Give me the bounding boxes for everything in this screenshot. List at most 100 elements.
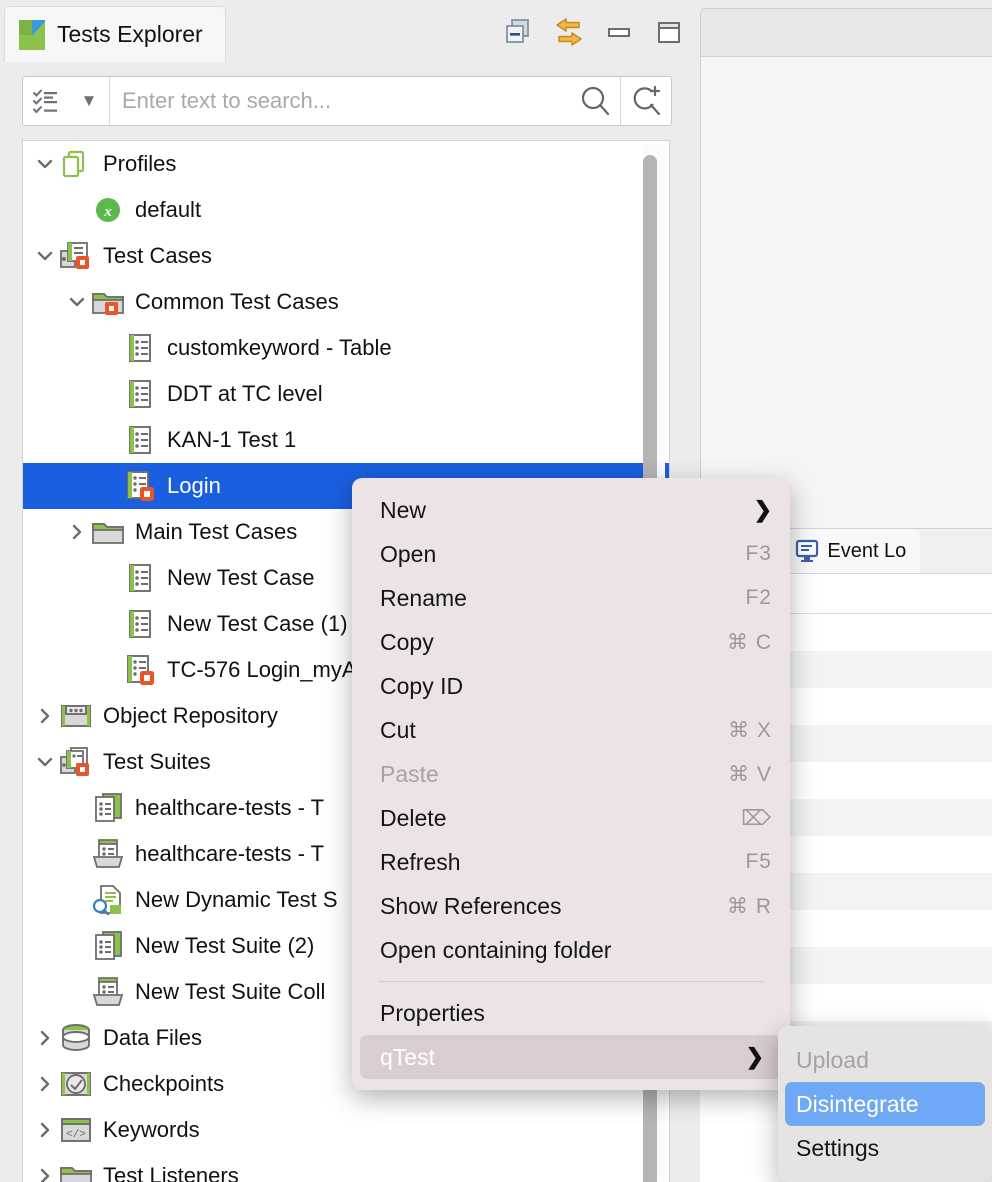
tree-row-label: KAN-1 Test 1 — [167, 427, 296, 453]
submenu-item-label: Upload — [796, 1047, 869, 1074]
tree-row[interactable]: Profiles — [23, 141, 669, 187]
menu-item-refresh[interactable]: RefreshF5 — [352, 840, 790, 884]
menu-item-label: Properties — [380, 1000, 485, 1027]
test-suite-collection-icon — [91, 975, 125, 1009]
tree-row-label: New Test Case (1) — [167, 611, 348, 637]
context-menu[interactable]: New❯ Open F3 RenameF2Copy⌘ C Copy ID Cut⌘ X Pa… — [352, 478, 790, 1090]
test-case-icon — [123, 423, 157, 457]
explorer-tabstrip: Tests Explorer — [0, 0, 694, 62]
menu-item-open[interactable]: Open F3 — [352, 532, 790, 576]
context-submenu-qtest[interactable]: Upload Disintegrate Settings — [778, 1026, 992, 1182]
tree-twisty-right[interactable] — [31, 1015, 59, 1061]
tab-tests-explorer[interactable]: Tests Explorer — [4, 6, 226, 62]
tree-twisty-none — [63, 785, 91, 831]
menu-item-copy-id[interactable]: Copy ID — [352, 664, 790, 708]
tree-row-label: New Test Suite (2) — [135, 933, 314, 959]
tree-twisty-down[interactable] — [31, 233, 59, 279]
search-input[interactable] — [110, 78, 570, 124]
search-add-icon[interactable] — [621, 77, 671, 125]
search-toolbar: ▼ — [0, 62, 694, 126]
profile-default-icon: x — [91, 193, 125, 227]
menu-item-copy[interactable]: Copy⌘ C — [352, 620, 790, 664]
test-suite-icon — [91, 791, 125, 825]
tree-row-label: Data Files — [103, 1025, 202, 1051]
tree-row-label: Checkpoints — [103, 1071, 224, 1097]
folder-green-icon — [91, 515, 125, 549]
tree-twisty-right[interactable] — [31, 693, 59, 739]
tree-twisty-none — [63, 831, 91, 877]
collapse-all-icon[interactable] — [502, 15, 536, 49]
tab-event-log[interactable]: Event Lo — [781, 529, 920, 573]
tree-row-label: Test Suites — [103, 749, 211, 775]
menu-item-open-containing-folder[interactable]: Open containing folder — [352, 928, 790, 972]
minimize-icon[interactable] — [602, 15, 636, 49]
link-with-editor-icon[interactable] — [552, 15, 586, 49]
test-case-icon — [123, 561, 157, 595]
menu-item-show-references[interactable]: Show References⌘ R — [352, 884, 790, 928]
submenu-item-settings[interactable]: Settings — [778, 1126, 992, 1170]
menu-item-rename[interactable]: RenameF2 — [352, 576, 790, 620]
tree-row[interactable]: Test Listeners — [23, 1153, 669, 1182]
tree-row-label: DDT at TC level — [167, 381, 323, 407]
search-icon[interactable] — [570, 77, 620, 125]
tree-row[interactable]: Test Cases — [23, 233, 669, 279]
tree-row[interactable]: </> Keywords — [23, 1107, 669, 1153]
menu-item-shortcut: F3 — [745, 542, 772, 566]
maximize-icon[interactable] — [652, 15, 686, 49]
svg-text:x: x — [103, 204, 112, 220]
tree-row[interactable]: xdefault — [23, 187, 669, 233]
test-case-icon — [123, 331, 157, 365]
tree-row[interactable]: customkeyword - Table — [23, 325, 669, 371]
tree-twisty-right[interactable] — [31, 1061, 59, 1107]
test-suite-icon — [91, 929, 125, 963]
menu-item-label: Paste — [380, 761, 439, 788]
dynamic-test-suite-icon — [91, 883, 125, 917]
menu-item-properties[interactable]: Properties — [352, 991, 790, 1035]
tree-twisty-down[interactable] — [31, 739, 59, 785]
tree-row-label: Keywords — [103, 1117, 200, 1143]
test-case-icon — [123, 377, 157, 411]
menu-item-label: Copy ID — [380, 673, 463, 700]
test-suites-icon — [59, 745, 93, 779]
menu-item-label: Rename — [380, 585, 467, 612]
tree-twisty-none — [95, 463, 123, 509]
tree-row[interactable]: DDT at TC level — [23, 371, 669, 417]
menu-item-shortcut: ⌘ V — [728, 762, 772, 787]
tree-row-label: Object Repository — [103, 703, 278, 729]
tree-row[interactable]: KAN-1 Test 1 — [23, 417, 669, 463]
menu-separator — [378, 981, 764, 982]
explorer-toolbar — [502, 10, 686, 54]
tree-row-label: TC-576 Login_myAc — [167, 657, 368, 683]
menu-item-cut[interactable]: Cut⌘ X — [352, 708, 790, 752]
tree-row-label: New Test Case — [167, 565, 315, 591]
menu-item-new[interactable]: New❯ — [352, 488, 790, 532]
menu-item-label: Open — [380, 541, 436, 568]
menu-item-label: qTest — [380, 1044, 435, 1071]
tree-row-label: Test Cases — [103, 243, 212, 269]
menu-item-shortcut: ⌦ — [741, 806, 772, 831]
menu-item-label: Delete — [380, 805, 446, 832]
submenu-item-disintegrate[interactable]: Disintegrate — [785, 1082, 985, 1126]
menu-item-delete[interactable]: Delete ⌦ — [352, 796, 790, 840]
tree-twisty-right[interactable] — [31, 1153, 59, 1182]
tree-twisty-down[interactable] — [31, 141, 59, 187]
data-files-icon — [59, 1021, 93, 1055]
tree-twisty-none — [63, 877, 91, 923]
menu-item-qtest[interactable]: qTest❯ — [360, 1035, 782, 1079]
tree-twisty-right[interactable] — [63, 509, 91, 555]
tree-twisty-none — [63, 923, 91, 969]
object-repository-icon — [59, 699, 93, 733]
tree-twisty-right[interactable] — [31, 1107, 59, 1153]
menu-item-label: New — [380, 497, 426, 524]
tree-row[interactable]: Common Test Cases — [23, 279, 669, 325]
tree-row-label: Login — [167, 473, 221, 499]
chevron-down-icon[interactable]: ▼ — [69, 77, 109, 125]
tree-row-label: healthcare-tests - T — [135, 795, 324, 821]
menu-item-shortcut: F5 — [745, 850, 772, 874]
svg-text:</>: </> — [66, 1129, 86, 1141]
submenu-item-label: Disintegrate — [796, 1091, 919, 1118]
tree-twisty-none — [95, 417, 123, 463]
tree-twisty-down[interactable] — [63, 279, 91, 325]
checklist-filter-icon[interactable] — [23, 77, 69, 125]
tree-twisty-none — [95, 601, 123, 647]
